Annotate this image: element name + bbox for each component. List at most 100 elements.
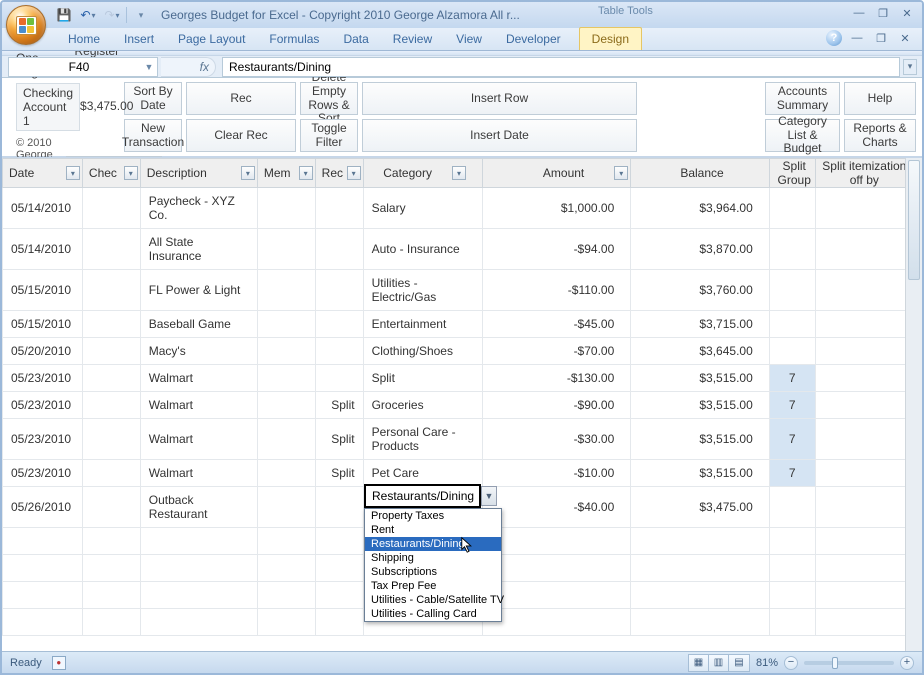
zoom-out-button[interactable]: − [784,656,798,670]
cell-split-item[interactable] [815,338,909,365]
cell-rec[interactable]: Split [315,392,363,419]
cell-split-item[interactable] [815,188,909,229]
filter-icon[interactable]: ▾ [66,166,80,180]
view-page-layout[interactable]: ▥ [709,655,729,671]
category-list-button[interactable]: Category List & Budget [765,119,840,152]
vertical-scrollbar[interactable] [905,158,922,651]
tab-formulas[interactable]: Formulas [257,28,331,50]
tab-view[interactable]: View [444,28,494,50]
cell-memo[interactable] [257,188,315,229]
cell-amount[interactable]: -$40.00 [482,487,631,528]
filter-icon[interactable]: ▾ [614,166,628,180]
tab-developer[interactable]: Developer [494,28,573,50]
cell-split-group[interactable]: 7 [769,419,815,460]
table-row[interactable]: 05/20/2010Macy'sClothing/Shoes-$70.00$3,… [3,338,910,365]
cell-date[interactable]: 05/14/2010 [3,188,83,229]
cell-rec[interactable] [315,365,363,392]
cell-rec[interactable]: Split [315,419,363,460]
dropdown-option[interactable]: Rent [365,523,501,537]
cell-check[interactable] [82,392,140,419]
filter-icon[interactable]: ▾ [299,166,313,180]
table-row[interactable]: 05/23/2010WalmartSplitGroceries-$90.00$3… [3,392,910,419]
cell-amount[interactable]: -$130.00 [482,365,631,392]
dropdown-option[interactable]: Subscriptions [365,565,501,579]
cell-split-item[interactable] [815,311,909,338]
cell-desc[interactable]: Paycheck - XYZ Co. [140,188,257,229]
cell-date[interactable]: 05/23/2010 [3,365,83,392]
cell-rec[interactable] [315,188,363,229]
filter-icon[interactable]: ▾ [124,166,138,180]
cell-memo[interactable] [257,229,315,270]
cell-date[interactable]: 05/20/2010 [3,338,83,365]
cell-category[interactable]: Pet Care [363,460,482,487]
dropdown-option[interactable]: Tax Prep Fee [365,579,501,593]
cell-check[interactable] [82,460,140,487]
cell-desc[interactable]: Walmart [140,419,257,460]
restore-button[interactable]: ❐ [874,5,892,21]
cell-check[interactable] [82,270,140,311]
close-button[interactable]: ✕ [898,5,916,21]
cell-amount[interactable]: -$45.00 [482,311,631,338]
help-button[interactable]: Help [844,82,916,115]
cell-category[interactable]: Groceries [363,392,482,419]
cell-check[interactable] [82,365,140,392]
table-row[interactable]: 05/14/2010All State InsuranceAuto - Insu… [3,229,910,270]
accounts-summary-button[interactable]: Accounts Summary [765,82,840,115]
expand-formula-bar[interactable]: ▾ [903,59,917,75]
cell-amount[interactable]: -$110.00 [482,270,631,311]
cell-amount[interactable]: -$70.00 [482,338,631,365]
filter-icon[interactable]: ▾ [452,166,466,180]
cell-split-group[interactable] [769,338,815,365]
zoom-slider[interactable] [804,661,894,665]
cell-desc[interactable]: Outback Restaurant [140,487,257,528]
cell-memo[interactable] [257,392,315,419]
cell-date[interactable]: 05/23/2010 [3,460,83,487]
category-dropdown-list[interactable]: Property TaxesRentRestaurants/DiningShip… [364,508,502,622]
cell-desc[interactable]: Baseball Game [140,311,257,338]
qat-customize[interactable]: ▾ [131,5,151,25]
cell-check[interactable] [82,188,140,229]
cell-check[interactable] [82,338,140,365]
cell-rec[interactable] [315,338,363,365]
cell-memo[interactable] [257,338,315,365]
table-row[interactable]: 05/15/2010FL Power & LightUtilities - El… [3,270,910,311]
cell-amount[interactable]: -$10.00 [482,460,631,487]
dropdown-option[interactable]: Property Taxes [365,509,501,523]
workbook-close[interactable]: ✕ [896,30,914,46]
dropdown-option[interactable]: Shipping [365,551,501,565]
cell-category[interactable]: Clothing/Shoes [363,338,482,365]
cell-category[interactable]: Auto - Insurance [363,229,482,270]
cell-desc[interactable]: Macy's [140,338,257,365]
cell-split-group[interactable] [769,487,815,528]
table-row[interactable]: 05/23/2010WalmartSplit-$130.00$3,515.007 [3,365,910,392]
cell-category[interactable]: Entertainment [363,311,482,338]
cell-date[interactable]: 05/23/2010 [3,392,83,419]
tab-page-layout[interactable]: Page Layout [166,28,257,50]
cell-check[interactable] [82,311,140,338]
cell-balance[interactable]: $3,515.00 [631,365,769,392]
insert-row-button[interactable]: Insert Row [362,82,637,115]
tab-design[interactable]: Design [579,27,642,50]
tab-data[interactable]: Data [331,28,380,50]
cell-split-group[interactable] [769,188,815,229]
cell-desc[interactable]: Walmart [140,460,257,487]
cell-balance[interactable]: $3,515.00 [631,460,769,487]
reports-charts-button[interactable]: Reports & Charts [844,119,916,152]
cell-split-item[interactable] [815,487,909,528]
scrollbar-thumb[interactable] [908,160,920,280]
cell-rec[interactable] [315,311,363,338]
chevron-down-icon[interactable]: ▼ [143,60,155,74]
table-row[interactable]: 05/23/2010WalmartSplitPet Care-$10.00$3,… [3,460,910,487]
cell-rec[interactable] [315,229,363,270]
cell-split-item[interactable] [815,392,909,419]
cell-category[interactable]: Utilities - Electric/Gas [363,270,482,311]
cell-category[interactable]: Salary [363,188,482,229]
workbook-minimize[interactable]: — [848,30,866,46]
qat-redo[interactable]: ↷ [102,5,122,25]
workbook-restore[interactable]: ❐ [872,30,890,46]
cell-date[interactable]: 05/26/2010 [3,487,83,528]
cell-desc[interactable]: All State Insurance [140,229,257,270]
table-row[interactable]: 05/15/2010Baseball GameEntertainment-$45… [3,311,910,338]
zoom-in-button[interactable]: + [900,656,914,670]
cell-memo[interactable] [257,270,315,311]
